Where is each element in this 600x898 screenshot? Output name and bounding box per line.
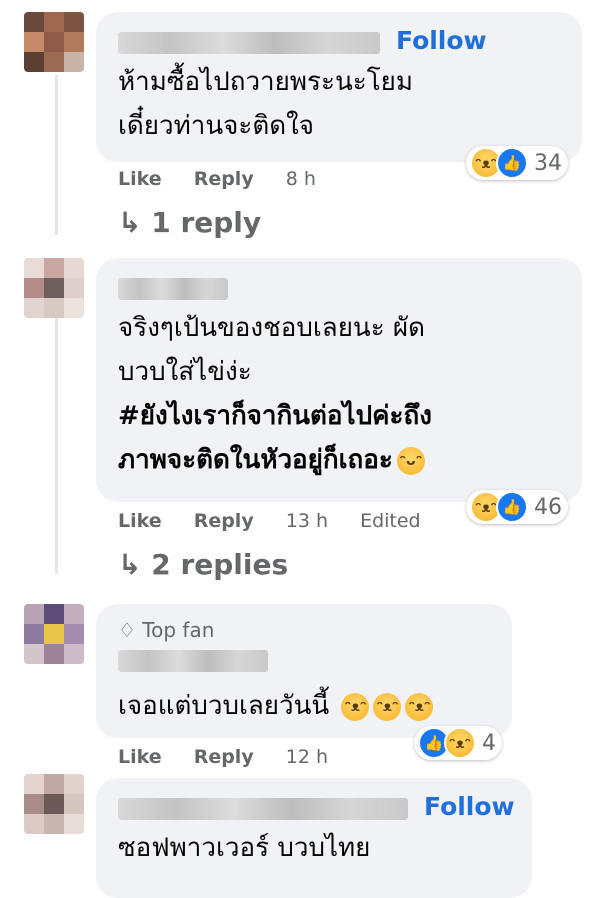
commenter-name[interactable] (118, 798, 408, 820)
thread-line (55, 318, 58, 574)
commenter-name[interactable] (118, 650, 268, 672)
reaction-summary[interactable]: 👍 ᵔᴥᵔ 4 (414, 726, 502, 760)
timestamp[interactable]: 8 h (286, 168, 316, 190)
comment-hashtag-line[interactable]: #ยังไงเราก็จากินต่อไปค่ะถึง (118, 394, 432, 438)
avatar[interactable] (24, 258, 84, 318)
thread-line (55, 75, 58, 235)
reaction-summary[interactable]: ᵔᴥᵔ 👍 46 (466, 490, 568, 524)
reaction-count: 4 (482, 730, 496, 756)
timestamp[interactable]: 13 h (286, 510, 328, 532)
laughing-emoji-icon: ᵔᴥᵔ (373, 692, 402, 721)
like-button[interactable]: Like (118, 168, 162, 190)
comment-text: ซอฟพาวเวอร์ บวบไทย (118, 826, 370, 870)
comment-line: เจอแต่บวบเลยวันนี้ ᵔᴥᵔ ᵔᴥᵔ ᵔᴥᵔ (118, 684, 434, 728)
commenter-name[interactable] (118, 278, 228, 300)
like-reaction-icon: 👍 (496, 491, 528, 523)
edited-label: Edited (360, 510, 421, 532)
reaction-count: 34 (534, 150, 562, 176)
reaction-summary[interactable]: ᵔᴥᵔ 👍 34 (466, 146, 568, 180)
reply-button[interactable]: Reply (194, 746, 254, 768)
like-reaction-icon: 👍 (496, 147, 528, 179)
comment-line: ซอฟพาวเวอร์ บวบไทย (118, 833, 371, 863)
comment-actions: Like Reply 8 h (118, 168, 342, 190)
comment-actions: Like Reply 12 h (118, 746, 354, 768)
comment-actions: Like Reply 13 h Edited (118, 510, 447, 532)
timestamp[interactable]: 12 h (286, 746, 328, 768)
comment-hashtag-line: ภาพจะติดในหัวอยู่ก็เถอะ ᵔᴗᵔ (118, 438, 432, 482)
view-replies-link[interactable]: ↳ 1 reply (118, 206, 261, 239)
top-fan-label: Top fan (142, 618, 215, 642)
top-fan-badge: ♢ Top fan (118, 618, 214, 642)
reaction-count: 46 (534, 494, 562, 520)
commenter-name[interactable] (118, 32, 380, 54)
comment-line: จริงๆเป้นของชอบเลยนะ ผัด (118, 313, 426, 343)
view-replies-link[interactable]: ↳ 2 replies (118, 548, 288, 581)
comment-text: เจอแต่บวบเลยวันนี้ ᵔᴥᵔ ᵔᴥᵔ ᵔᴥᵔ (118, 684, 434, 728)
laughing-emoji-icon: ᵔᴥᵔ (341, 692, 370, 721)
avatar[interactable] (24, 604, 84, 664)
comment-text: ห้ามซื้อไปถวายพระนะโยม เดี๋ยวท่านจะติดใจ (118, 60, 413, 148)
comment-line: เดี๋ยวท่านจะติดใจ (118, 111, 315, 141)
comment-text: จริงๆเป้นของชอบเลยนะ ผัด บวบใส่ไข่ง่ะ #ย… (118, 306, 432, 482)
laughing-emoji-icon: ᵔᴥᵔ (405, 692, 434, 721)
comment-line: บวบใส่ไข่ง่ะ (118, 357, 252, 387)
like-button[interactable]: Like (118, 510, 162, 532)
comment-line: ห้ามซื้อไปถวายพระนะโยม (118, 67, 414, 97)
comment-line-text: เจอแต่บวบเลยวันนี้ (118, 691, 330, 721)
reply-button[interactable]: Reply (194, 168, 254, 190)
like-button[interactable]: Like (118, 746, 162, 768)
avatar[interactable] (24, 774, 84, 834)
reply-button[interactable]: Reply (194, 510, 254, 532)
follow-button[interactable]: Follow (424, 792, 515, 821)
follow-button[interactable]: Follow (396, 26, 487, 55)
avatar[interactable] (24, 12, 84, 72)
comment-hashtag-text: ภาพจะติดในหัวอยู่ก็เถอะ (118, 445, 393, 475)
grinning-tongue-emoji-icon: ᵔᴗᵔ (396, 446, 425, 475)
haha-reaction-icon: ᵔᴥᵔ (444, 727, 476, 759)
top-fan-diamond-icon: ♢ (118, 618, 136, 642)
